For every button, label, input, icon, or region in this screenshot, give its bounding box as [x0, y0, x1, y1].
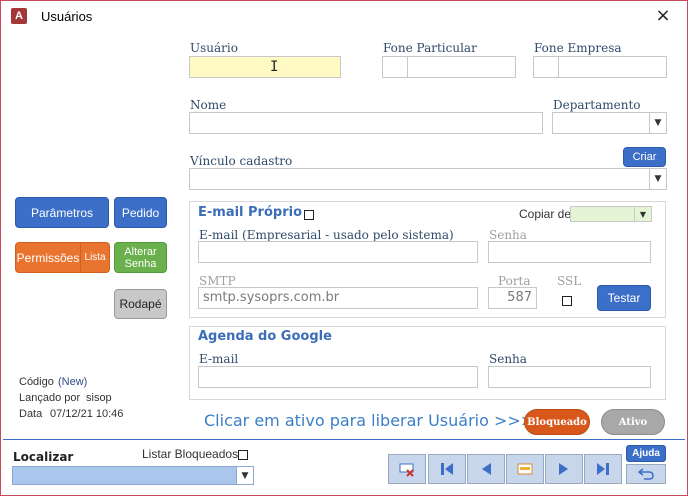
new-record-button[interactable]: [506, 454, 544, 484]
undo-icon: [638, 468, 654, 480]
localizar-dropdown[interactable]: ▼: [12, 466, 254, 485]
alterar-senha-button[interactable]: Alterar Senha: [114, 242, 167, 273]
email-proprio-title: E-mail Próprio: [198, 205, 303, 220]
status-hint: Clicar em ativo para liberar Usuário >>>: [204, 411, 535, 430]
email-proprio-checkbox[interactable]: [304, 210, 314, 220]
parametros-button[interactable]: Parâmetros: [15, 197, 109, 228]
ssl-label: SSL: [557, 274, 582, 288]
chevron-down-icon[interactable]: ▼: [649, 113, 666, 133]
first-record-button[interactable]: [428, 454, 466, 484]
nome-field[interactable]: [189, 112, 543, 134]
chevron-down-icon[interactable]: ▼: [236, 467, 253, 484]
agenda-senha-field[interactable]: [488, 366, 651, 388]
fone-particular-field[interactable]: [382, 56, 516, 78]
data-value: 07/12/21 10:46: [50, 408, 124, 420]
permissoes-button[interactable]: Permissões: [15, 242, 81, 273]
users-window: A Usuários × Usuário I Fone Particular F…: [0, 0, 688, 496]
last-record-button[interactable]: [584, 454, 622, 484]
agenda-google-title: Agenda do Google: [198, 329, 332, 344]
field-divider: [407, 57, 408, 77]
listar-bloqueados-label: Listar Bloqueados: [142, 447, 239, 461]
ssl-checkbox[interactable]: [562, 296, 572, 306]
chevron-down-icon[interactable]: ▼: [649, 169, 666, 189]
delete-record-button[interactable]: [388, 454, 426, 484]
email-empresarial-label: E-mail (Empresarial - usado pelo sistema…: [199, 228, 454, 242]
lista-button[interactable]: Lista: [80, 242, 110, 273]
senha-label: Senha: [489, 228, 527, 242]
criar-button[interactable]: Criar: [623, 147, 666, 167]
next-record-icon: [559, 463, 568, 475]
next-record-button[interactable]: [545, 454, 583, 484]
alterar-senha-label-1: Alterar: [124, 245, 157, 258]
bloqueado-button[interactable]: Bloqueado: [524, 409, 590, 435]
chevron-down-icon[interactable]: ▼: [634, 207, 651, 221]
undo-button[interactable]: [626, 464, 666, 484]
codigo-label: Código: [19, 376, 54, 388]
last-record-icon: [597, 463, 609, 475]
departamento-label: Departamento: [553, 98, 641, 112]
access-app-icon: A: [11, 8, 27, 24]
porta-label: Porta: [498, 274, 531, 288]
ativo-button[interactable]: Ativo: [601, 409, 665, 435]
alterar-senha-label-2: Senha: [124, 257, 157, 270]
delete-record-icon: [399, 463, 414, 477]
smtp-label: SMTP: [199, 274, 236, 288]
smtp-field[interactable]: smtp.sysoprs.com.br: [198, 287, 478, 309]
vinculo-label: Vínculo cadastro: [190, 154, 293, 168]
lancado-value: sisop: [86, 392, 112, 404]
ajuda-button[interactable]: Ajuda: [626, 445, 666, 462]
text-cursor-icon: I: [270, 59, 279, 75]
close-icon[interactable]: ×: [651, 5, 675, 27]
previous-record-icon: [482, 463, 491, 475]
first-record-icon: [441, 463, 453, 475]
field-divider: [558, 57, 559, 77]
agenda-senha-label: Senha: [489, 352, 527, 366]
fone-empresa-label: Fone Empresa: [534, 41, 622, 55]
codigo-value: (New): [58, 376, 88, 388]
agenda-email-field[interactable]: [198, 366, 478, 388]
vinculo-dropdown[interactable]: ▼: [189, 168, 667, 190]
email-empresarial-field[interactable]: [198, 241, 478, 263]
pedido-button[interactable]: Pedido: [114, 197, 167, 228]
fone-particular-label: Fone Particular: [383, 41, 477, 55]
copiar-de-label: Copiar de: [519, 207, 572, 221]
fone-empresa-field[interactable]: [533, 56, 667, 78]
rodape-button[interactable]: Rodapé: [114, 289, 167, 319]
agenda-email-label: E-mail: [199, 352, 239, 366]
usuario-field[interactable]: I: [189, 56, 341, 78]
nome-label: Nome: [190, 98, 227, 112]
previous-record-button[interactable]: [467, 454, 505, 484]
listar-bloqueados-checkbox[interactable]: [238, 450, 248, 460]
localizar-label: Localizar: [13, 450, 74, 464]
lancado-label: Lançado por: [19, 392, 81, 404]
window-title: Usuários: [41, 9, 93, 24]
copiar-de-dropdown[interactable]: ▼: [570, 206, 652, 222]
data-label: Data: [19, 408, 43, 420]
departamento-dropdown[interactable]: ▼: [552, 112, 667, 134]
senha-field[interactable]: [488, 241, 651, 263]
usuario-label: Usuário: [190, 41, 238, 55]
porta-field[interactable]: 587: [488, 287, 537, 309]
footer-divider: [3, 439, 685, 440]
new-record-icon: [517, 463, 533, 475]
testar-button[interactable]: Testar: [597, 285, 651, 311]
title-bar: A Usuários ×: [1, 1, 687, 31]
